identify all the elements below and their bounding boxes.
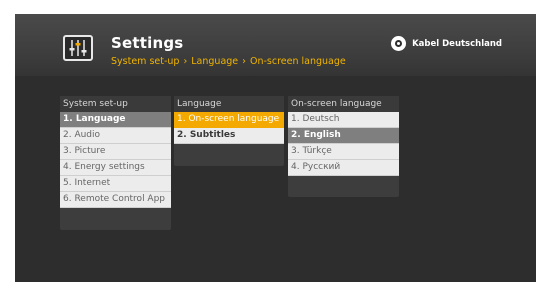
option-english[interactable]: 2. English bbox=[288, 128, 399, 144]
menu-item-language[interactable]: 1. Language bbox=[60, 112, 171, 128]
tv-screen: Settings System set-up › Language › On-scree… bbox=[15, 14, 536, 282]
page-title: Settings bbox=[111, 34, 184, 52]
kabel-deutschland-logo-icon bbox=[391, 36, 407, 51]
menu-item-subtitles[interactable]: 2. Subtitles bbox=[174, 128, 284, 144]
option-turkce[interactable]: 3. Türkçe bbox=[288, 144, 399, 160]
header-bar: Settings System set-up › Language › On-scree… bbox=[15, 14, 536, 76]
option-russian[interactable]: 4. Русский bbox=[288, 160, 399, 176]
menu-item-energy-settings[interactable]: 4. Energy settings bbox=[60, 160, 171, 176]
equalizer-icon bbox=[63, 35, 93, 61]
menu-item-internet[interactable]: 5. Internet bbox=[60, 176, 171, 192]
option-deutsch[interactable]: 1. Deutsch bbox=[288, 112, 399, 128]
column-title: Language bbox=[174, 96, 284, 112]
menu-item-audio[interactable]: 2. Audio bbox=[60, 128, 171, 144]
breadcrumb: System set-up › Language › On-screen languag… bbox=[111, 56, 346, 67]
column-title: System set-up bbox=[60, 96, 171, 112]
breadcrumb-item-on-screen-language: On-screen language bbox=[249, 56, 346, 67]
breadcrumb-separator: › bbox=[242, 56, 246, 67]
column-title: On-screen language bbox=[288, 96, 399, 112]
menu-item-picture[interactable]: 3. Picture bbox=[60, 144, 171, 160]
menu-column-on-screen-language: On-screen language 1. Deutsch 2. English… bbox=[288, 96, 399, 197]
breadcrumb-item-language: Language bbox=[191, 56, 239, 67]
brand: Kabel Deutschland bbox=[391, 36, 502, 51]
breadcrumb-separator: › bbox=[183, 56, 188, 67]
breadcrumb-item-system-setup: System set-up bbox=[111, 56, 180, 67]
menu-item-on-screen-language[interactable]: 1. On-screen language bbox=[174, 112, 284, 128]
menu-item-remote-control-app[interactable]: 6. Remote Control App bbox=[60, 192, 171, 208]
brand-name: Kabel Deutschland bbox=[412, 38, 502, 49]
menu-column-language: Language 1. On-screen language 2. Subtit… bbox=[174, 96, 284, 166]
menu-column-system-setup: System set-up 1. Language 2. Audio 3. Pi… bbox=[60, 96, 171, 230]
